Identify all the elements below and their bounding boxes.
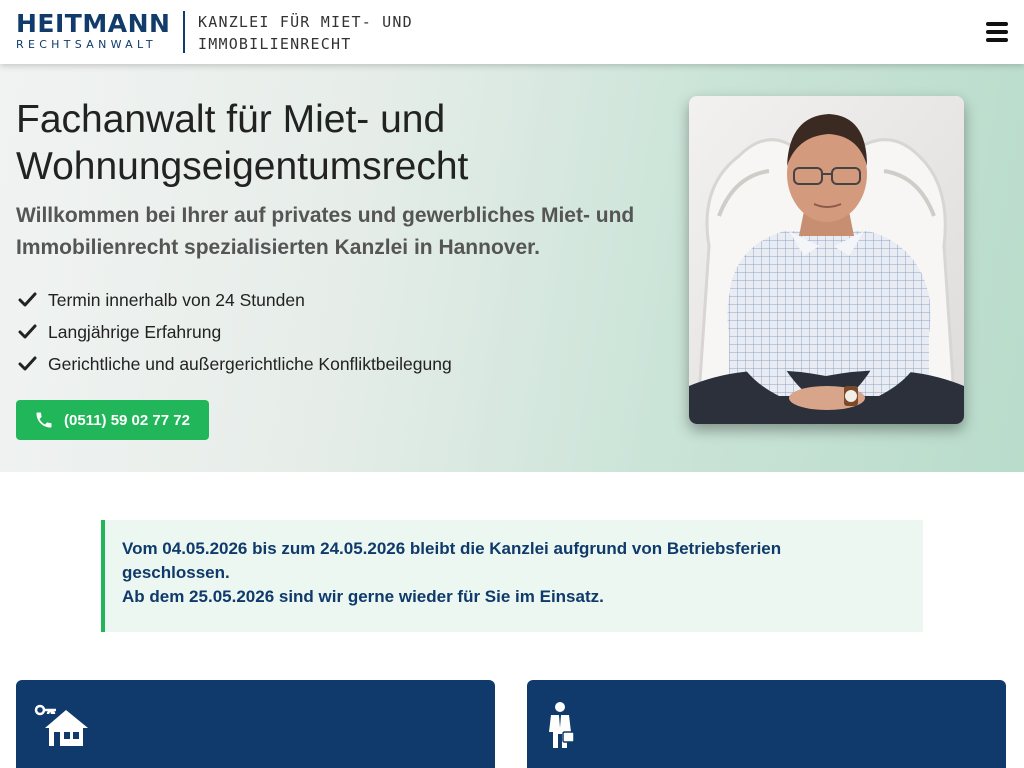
hero-section: Fachanwalt für Miet- und Wohnungseigentu… [0, 64, 1024, 472]
list-item: Gerichtliche und außergerichtliche Konfl… [18, 348, 452, 380]
notice-line-2: geschlossen. [122, 563, 230, 582]
check-icon [18, 324, 37, 339]
subtitle-line-2: Immobilienrecht spezialisierten Kanzlei … [16, 236, 540, 259]
notice-line-1: Vom 04.05.2026 bis zum 24.05.2026 bleibt… [122, 539, 782, 558]
list-item-label: Gerichtliche und außergerichtliche Konfl… [48, 353, 452, 374]
service-card-firm[interactable] [527, 680, 1006, 768]
closure-notice: Vom 04.05.2026 bis zum 24.05.2026 bleibt… [101, 520, 923, 632]
list-item-label: Termin innerhalb von 24 Stunden [48, 289, 305, 310]
check-icon [18, 292, 37, 307]
phone-icon [36, 412, 52, 428]
list-item-label: Langjährige Erfahrung [48, 321, 222, 342]
list-item: Termin innerhalb von 24 Stunden [18, 284, 452, 316]
page-title: Fachanwalt für Miet- und Wohnungseigentu… [16, 96, 656, 190]
hamburger-menu-icon[interactable] [986, 22, 1008, 42]
list-item: Langjährige Erfahrung [18, 316, 452, 348]
site-header: HEITMANN RECHTSANWALT KANZLEI FÜR MIET- … [0, 0, 1024, 64]
call-button-label: (0511) 59 02 77 72 [64, 411, 190, 429]
call-button[interactable]: (0511) 59 02 77 72 [16, 400, 209, 440]
subtitle-line-1: Willkommen bei Ihrer auf privates und ge… [16, 204, 635, 227]
house-with-keys-icon [34, 704, 88, 746]
title-line-1: Fachanwalt für Miet- und [16, 98, 446, 141]
lawyer-with-briefcase-icon [549, 702, 575, 748]
hero-subtitle: Willkommen bei Ihrer auf privates und ge… [16, 200, 666, 264]
benefits-list: Termin innerhalb von 24 Stunden Langjähr… [18, 284, 452, 380]
logo-subtitle: RECHTSANWALT [16, 38, 157, 51]
title-line-2: Wohnungseigentumsrecht [16, 145, 469, 188]
logo-divider [183, 11, 185, 53]
header-tagline: KANZLEI FÜR MIET- UND IMMOBILIENRECHT [198, 11, 413, 55]
logo-name: HEITMANN [16, 9, 171, 38]
tagline-line-2: IMMOBILIENRECHT [198, 35, 352, 53]
tagline-line-1: KANZLEI FÜR MIET- UND [198, 13, 413, 31]
check-icon [18, 356, 37, 371]
service-card-rental-law[interactable] [16, 680, 495, 768]
notice-line-3: Ab dem 25.05.2026 sind wir gerne wieder … [122, 587, 604, 606]
lawyer-portrait [689, 96, 964, 424]
